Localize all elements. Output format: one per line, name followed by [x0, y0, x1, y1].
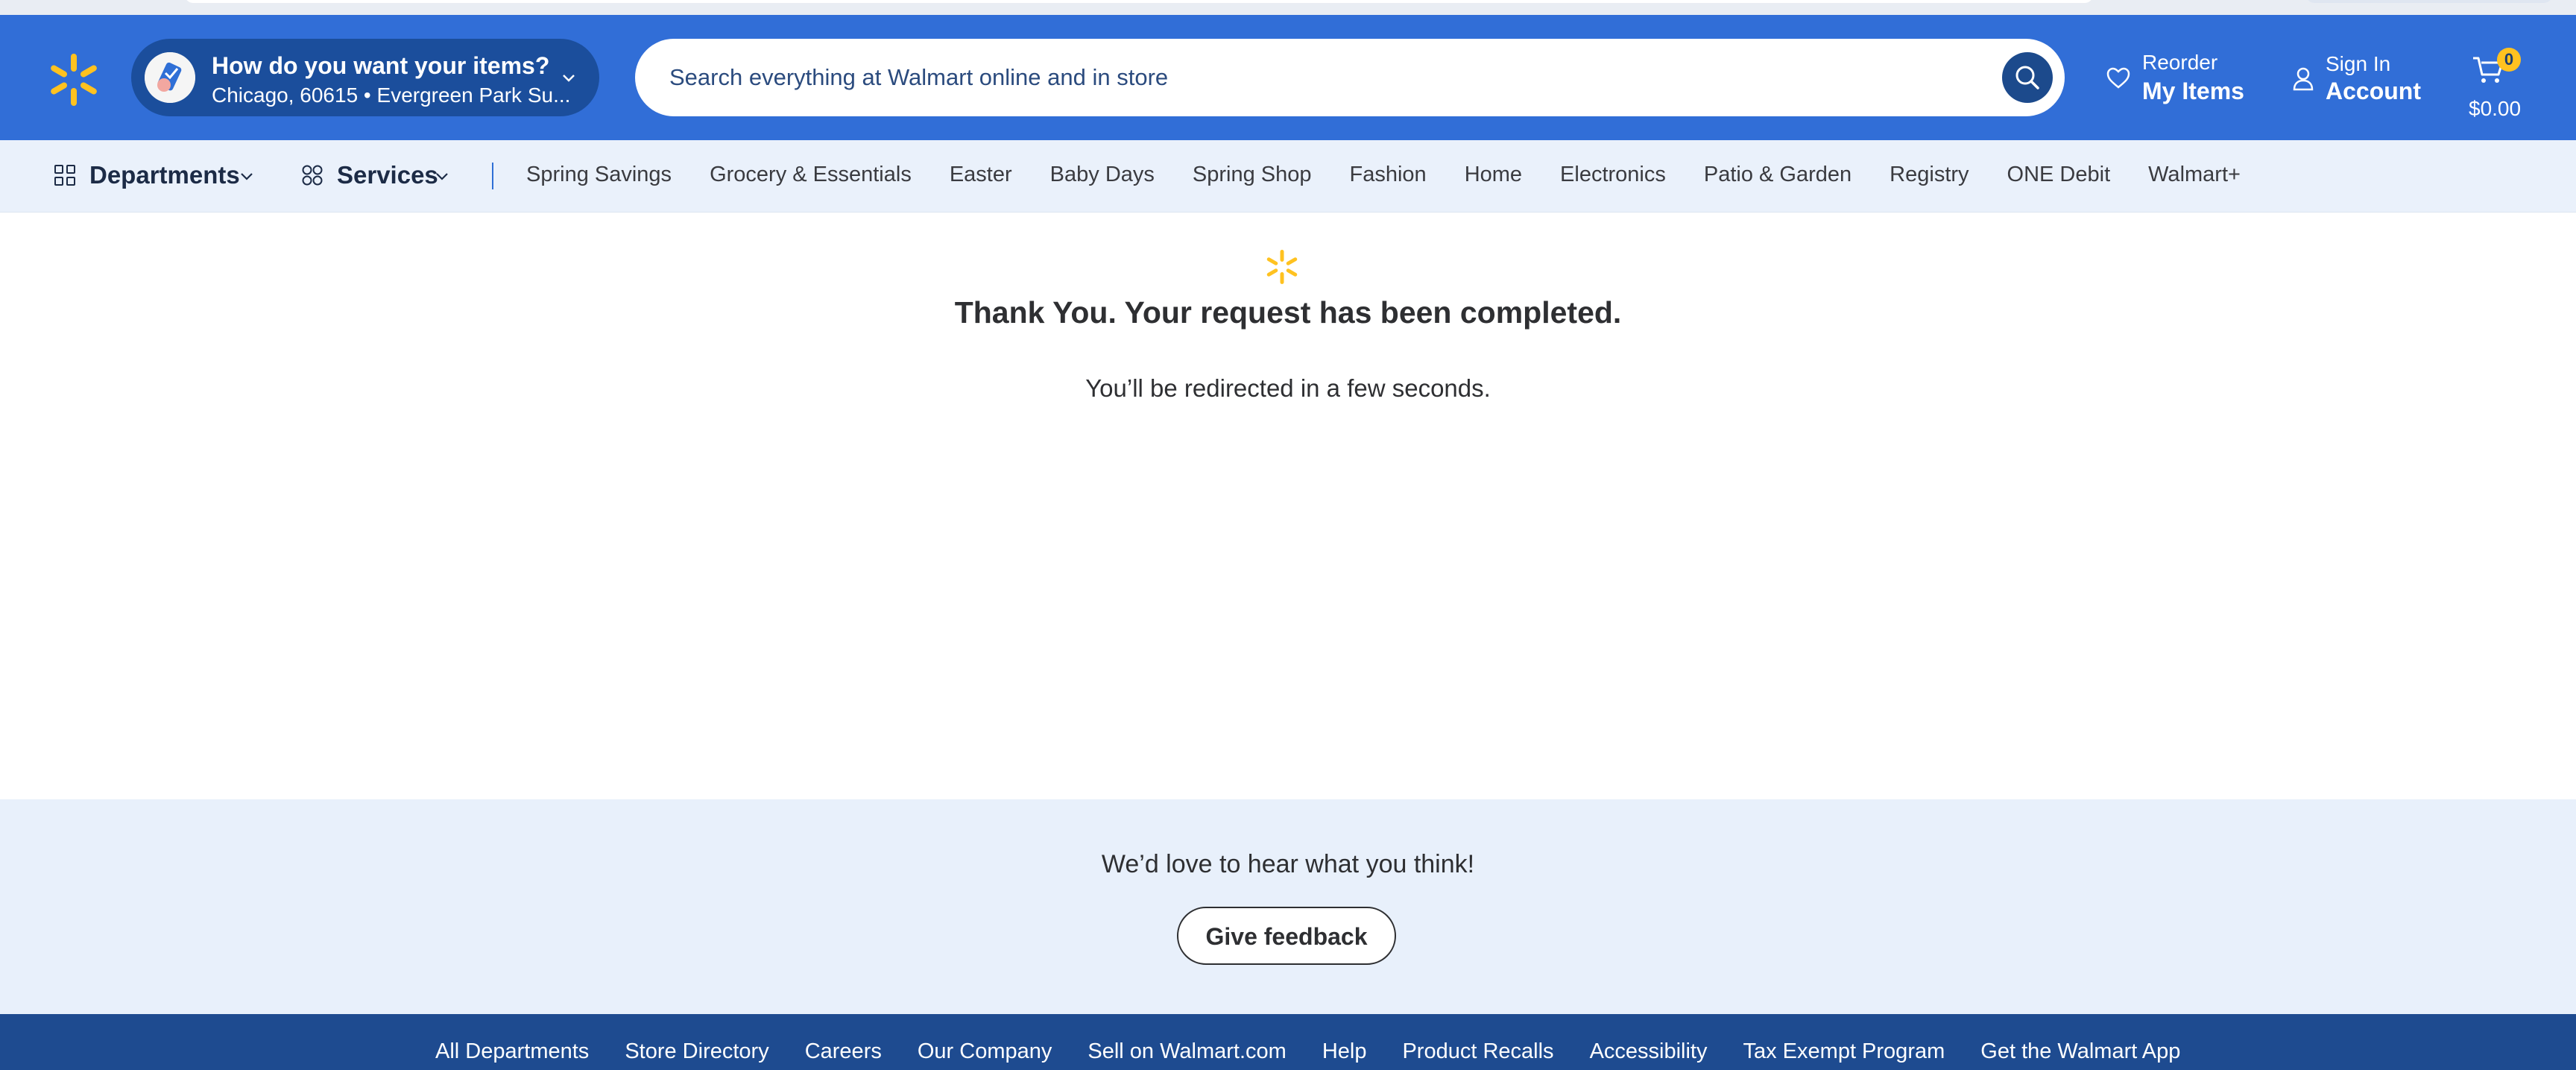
fulfillment-location: Chicago, 60615 • Evergreen Park Su... [212, 84, 571, 107]
chevron-down-icon [241, 173, 253, 180]
footer-link-store-directory[interactable]: Store Directory [625, 1039, 768, 1064]
feedback-section: We’d love to hear what you think! Give f… [0, 799, 2576, 1014]
browser-address-bar [185, 0, 2093, 3]
footer-links: All Departments Store Directory Careers … [435, 1039, 2216, 1064]
user-icon [2293, 67, 2314, 91]
reorder-label: Reorder [2142, 51, 2218, 74]
nav-link-baby-days[interactable]: Baby Days [1050, 163, 1155, 187]
give-feedback-button[interactable]: Give feedback [1177, 907, 1396, 965]
nav-link-fashion[interactable]: Fashion [1350, 163, 1427, 187]
cart-count-badge: 0 [2497, 48, 2521, 72]
delivery-badge-icon [145, 52, 195, 103]
heart-icon [2106, 67, 2130, 89]
footer-link-get-walmart-app[interactable]: Get the Walmart App [1980, 1039, 2180, 1064]
nav-link-grocery-essentials[interactable]: Grocery & Essentials [710, 163, 912, 187]
departments-label: Departments [89, 161, 240, 189]
footer-link-accessibility[interactable]: Accessibility [1590, 1039, 1708, 1064]
my-items-label: My Items [2142, 78, 2244, 104]
walmart-spark-icon [1266, 250, 1298, 284]
feedback-prompt: We’d love to hear what you think! [1101, 850, 1475, 878]
search-input[interactable]: Search everything at Walmart online and … [669, 64, 1168, 91]
footer-link-our-company[interactable]: Our Company [918, 1039, 1052, 1064]
search-bar[interactable]: Search everything at Walmart online and … [635, 39, 2065, 116]
category-nav: Departments Services Spring Savings Groc… [0, 140, 2576, 213]
footer-link-sell-on-walmart[interactable]: Sell on Walmart.com [1087, 1039, 1286, 1064]
browser-top-strip [0, 0, 2576, 15]
nav-link-spring-savings[interactable]: Spring Savings [526, 163, 672, 187]
nav-link-registry[interactable]: Registry [1890, 163, 1969, 187]
redirect-message: You’ll be redirected in a few seconds. [1085, 374, 1491, 402]
nav-link-patio-garden[interactable]: Patio & Garden [1704, 163, 1852, 187]
confirmation-heading: Thank You. Your request has been complet… [954, 295, 1622, 330]
services-label: Services [337, 161, 438, 189]
account-label: Account [2326, 78, 2421, 104]
nav-link-spring-shop[interactable]: Spring Shop [1193, 163, 1312, 187]
nav-link-walmart-plus[interactable]: Walmart+ [2148, 163, 2241, 187]
nav-links: Spring Savings Grocery & Essentials East… [526, 163, 2279, 187]
walmart-spark-icon[interactable] [46, 52, 101, 107]
grid-icon [54, 165, 75, 186]
browser-control [2306, 0, 2552, 3]
nav-divider [492, 163, 493, 189]
nav-link-home[interactable]: Home [1465, 163, 1522, 187]
nav-link-electronics[interactable]: Electronics [1560, 163, 1666, 187]
sign-in-label: Sign In [2326, 52, 2391, 75]
site-footer: All Departments Store Directory Careers … [0, 1014, 2576, 1070]
cart-button[interactable]: 0 $0.00 [2464, 45, 2569, 127]
fulfillment-title: How do you want your items? [212, 52, 550, 79]
footer-link-tax-exempt-program[interactable]: Tax Exempt Program [1743, 1039, 1945, 1064]
footer-link-help[interactable]: Help [1322, 1039, 1367, 1064]
footer-link-product-recalls[interactable]: Product Recalls [1402, 1039, 1553, 1064]
fulfillment-selector[interactable]: How do you want your items? Chicago, 606… [131, 39, 599, 116]
services-icon [302, 165, 323, 186]
nav-link-easter[interactable]: Easter [950, 163, 1012, 187]
footer-link-careers[interactable]: Careers [805, 1039, 882, 1064]
site-header: How do you want your items? Chicago, 606… [0, 15, 2576, 140]
nav-link-one-debit[interactable]: ONE Debit [2007, 163, 2111, 187]
footer-link-all-departments[interactable]: All Departments [435, 1039, 589, 1064]
search-button[interactable] [2002, 52, 2053, 103]
chevron-down-icon [436, 173, 448, 180]
cart-total: $0.00 [2469, 97, 2522, 120]
search-icon [2015, 66, 2039, 89]
chevron-down-icon [563, 75, 575, 82]
